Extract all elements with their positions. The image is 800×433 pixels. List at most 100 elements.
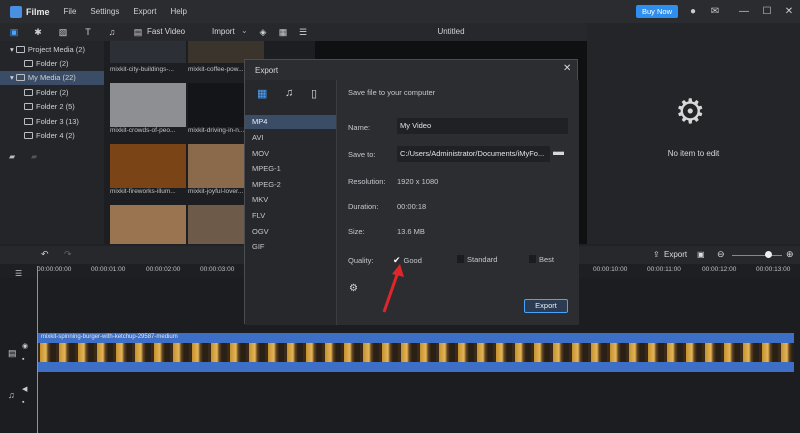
resolution-value: 1920 x 1080 (397, 177, 439, 186)
zoom-slider[interactable] (732, 255, 782, 256)
buy-now-button[interactable]: Buy Now (636, 5, 678, 18)
media-tree-panel: ▾ Project Media (2) Folder (2) ▾ My Medi… (0, 41, 104, 244)
import-button[interactable]: Import (212, 27, 235, 36)
format-mov[interactable]: MOV (245, 147, 336, 161)
format-mpeg2[interactable]: MPEG-2 (245, 178, 336, 192)
quality-label: Quality: (348, 256, 374, 265)
ruler-tick: 00:00:02:00 (146, 266, 181, 273)
save-path-input[interactable]: C:/Users/Administrator/Documents/iMyFo..… (397, 146, 550, 162)
format-mkv[interactable]: MKV (245, 193, 336, 207)
properties-panel: ⚙ No item to edit (587, 23, 800, 244)
menu-help[interactable]: Help (170, 7, 186, 16)
menu-export[interactable]: Export (133, 7, 156, 16)
media-thumbnail[interactable] (110, 83, 186, 127)
export-timeline-button[interactable]: Export (664, 250, 687, 259)
media-thumbnail[interactable] (110, 205, 186, 244)
playhead[interactable] (37, 266, 38, 433)
list-view-icon[interactable]: ☰ (298, 27, 308, 37)
maximize-icon[interactable]: ☐ (761, 6, 773, 18)
format-ogv[interactable]: OGV (245, 225, 336, 239)
text-icon[interactable]: T (83, 27, 93, 37)
minimize-icon[interactable]: — (738, 6, 750, 18)
lock-icon[interactable]: ▪ (22, 356, 24, 363)
ruler-tick: 00:00:12:00 (702, 266, 737, 273)
audio-format-tab-icon[interactable]: ♫ (285, 87, 293, 99)
no-item-text: No item to edit (667, 149, 720, 158)
gear-icon: ⚙ (675, 93, 706, 131)
screen-icon[interactable]: ▣ (697, 250, 705, 259)
volume-icon[interactable]: ◀ (22, 385, 27, 393)
audio-track-icon: ♫ (8, 390, 15, 400)
video-clip[interactable]: mixkit-spinning-burger-with-ketchup-2958… (37, 333, 794, 372)
video-format-tab-icon[interactable]: ▦ (257, 87, 267, 100)
caret-down-icon: ▾ (10, 45, 16, 54)
redo-icon[interactable]: ↷ (64, 249, 72, 260)
media-thumbnail[interactable] (110, 144, 186, 188)
format-avi[interactable]: AVI (245, 131, 336, 145)
tree-item-folder[interactable]: Folder (2) (0, 57, 104, 71)
tree-item-folder[interactable]: Folder (2) (0, 86, 104, 100)
video-track-icon: ▤ (8, 348, 17, 358)
name-input[interactable]: My Video (397, 118, 568, 134)
menu-settings[interactable]: Settings (90, 7, 119, 16)
tree-item-folder-4[interactable]: Folder 4 (2) (0, 129, 104, 143)
export-dialog: Export ✕ ▦ ♫ ▯ MP4 AVI MOV MPEG-1 MPEG-2… (244, 59, 579, 325)
save-to-label: Save to: (348, 150, 376, 159)
media-label: mixkit-fireworks-illum... (110, 188, 176, 195)
timeline-menu-icon[interactable]: ☰ (15, 269, 22, 278)
folder-icon (24, 118, 33, 125)
folder-icon (24, 89, 33, 96)
zoom-in-icon[interactable]: ⊕ (786, 249, 794, 260)
lock-icon[interactable]: ▪ (22, 399, 24, 406)
transitions-icon[interactable]: ▨ (58, 27, 68, 37)
browse-folder-icon[interactable]: ▬ (553, 146, 564, 158)
account-icon[interactable]: ● (687, 6, 699, 18)
tree-item-folder-3[interactable]: Folder 3 (13) (0, 115, 104, 129)
grid-view-icon[interactable]: ▦ (278, 27, 288, 37)
tree-item-folder-2[interactable]: Folder 2 (5) (0, 100, 104, 114)
close-window-icon[interactable]: ✕ (783, 6, 795, 18)
app-name: Filme (26, 6, 50, 17)
checkbox (529, 255, 536, 263)
fast-video-button[interactable]: Fast Video (147, 27, 185, 36)
settings-gear-icon[interactable]: ⚙ (349, 283, 358, 294)
device-format-tab-icon[interactable]: ▯ (311, 87, 317, 100)
format-mp4[interactable]: MP4 (245, 115, 336, 129)
zoom-slider-handle[interactable] (765, 251, 772, 258)
effects-icon[interactable]: ✱ (33, 27, 43, 37)
delete-folder-icon[interactable]: ▰ (31, 152, 37, 161)
folder-icon (15, 74, 25, 81)
eye-icon[interactable]: ◉ (22, 342, 28, 350)
export-button[interactable]: Export (524, 299, 568, 313)
quality-best-option[interactable]: Best (529, 255, 554, 264)
app-logo-icon (10, 5, 22, 18)
zoom-out-icon[interactable]: ⊖ (717, 249, 725, 260)
preview-title: Untitled (315, 23, 587, 41)
caret-down-icon: ▾ (10, 73, 16, 82)
add-folder-icon[interactable]: ▰ (9, 152, 15, 161)
menu-file[interactable]: File (64, 7, 77, 16)
resolution-label: Resolution: (348, 177, 386, 186)
tree-item-my-media[interactable]: ▾ My Media (22) (0, 71, 104, 85)
export-settings-panel: Save file to your computer Name: My Vide… (336, 80, 579, 325)
export-timeline-icon[interactable]: ⇪ (653, 250, 660, 259)
format-gif[interactable]: GIF (245, 240, 336, 254)
mail-icon[interactable]: ✉ (709, 6, 721, 18)
media-label: mixkit-city-buildings-... (110, 66, 174, 73)
media-thumbnail[interactable] (110, 41, 186, 63)
format-flv[interactable]: FLV (245, 209, 336, 223)
music-icon[interactable]: ♫ (107, 27, 117, 37)
fast-video-icon[interactable]: ▤ (133, 27, 143, 37)
chevron-down-icon[interactable]: ⌄ (241, 26, 248, 35)
undo-icon[interactable]: ↶ (41, 249, 49, 260)
title-bar: Filme File Settings Export Help Buy Now … (0, 0, 800, 23)
layers-icon[interactable]: ◈ (258, 27, 268, 37)
media-tab-icon[interactable]: ▣ (9, 27, 19, 37)
folder-icon (15, 46, 25, 53)
media-label: mixkit-crowds-of-peo... (110, 127, 176, 134)
quality-standard-option[interactable]: Standard (457, 255, 497, 264)
close-icon[interactable]: ✕ (563, 63, 571, 74)
tree-item-project-media[interactable]: ▾ Project Media (2) (0, 43, 104, 57)
size-value: 13.6 MB (397, 227, 425, 236)
format-mpeg1[interactable]: MPEG-1 (245, 162, 336, 176)
